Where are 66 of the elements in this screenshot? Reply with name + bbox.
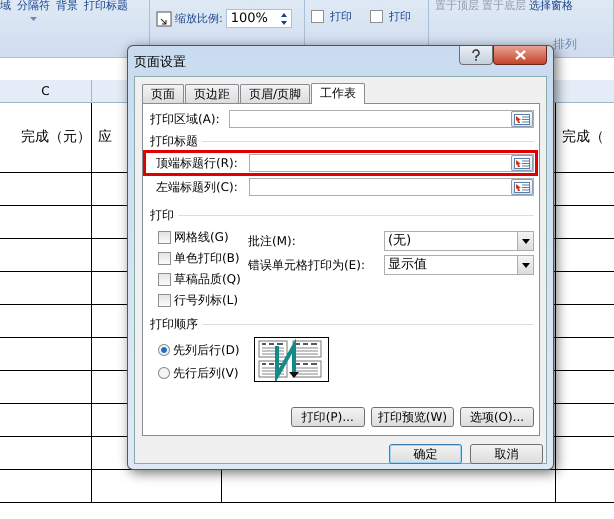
section-heading: 打印 [150,207,174,224]
dialog-button[interactable]: 确定 [389,444,462,464]
range-select-button[interactable] [511,179,533,195]
caret-icon [522,238,530,244]
ribbon-button[interactable]: 背景 [56,0,78,12]
tab[interactable]: 工作表 [311,83,366,104]
field-label: 打印区域(A): [150,111,221,128]
checkbox[interactable] [311,10,324,23]
checkbox[interactable] [370,10,383,23]
text-field[interactable] [249,178,534,196]
field-label: 错误单元格打印为(E): [248,257,365,274]
range-select-button[interactable] [511,155,533,171]
window-title: 页面设置 [134,54,186,72]
section-heading: 打印顺序 [150,316,198,333]
radio-button[interactable] [158,344,170,356]
zoom-scale-icon [156,10,172,26]
help-button[interactable] [459,46,493,65]
caret-icon [522,262,530,268]
group-label: 排列 [553,36,577,53]
range-icon [514,182,530,192]
tab[interactable]: 页面 [142,84,184,103]
range-icon [514,158,530,168]
print-area-field[interactable] [229,110,534,128]
tab[interactable]: 页眉/页脚 [240,84,310,103]
caret-icon [30,17,37,21]
tab[interactable]: 页边距 [185,84,239,103]
dialog-button[interactable]: 选项(O)... [460,407,534,427]
dialog-button[interactable]: 打印(P)... [290,407,365,427]
ribbon-button[interactable]: 打印标题 [84,0,128,12]
field-label: 左端标题列(C): [156,179,239,196]
table-cell-text: 完成（ [562,128,604,147]
ribbon-button[interactable]: 选择窗格 [529,0,573,12]
column-header[interactable]: C [41,82,50,100]
help-icon [471,49,481,61]
section-heading: 打印标题 [150,133,198,150]
ribbon-button[interactable]: 分隔符 [17,0,50,12]
field-label: 批注(M): [248,233,296,250]
table-cell-text: 完成（元） [21,128,91,147]
ribbon-button[interactable]: 域 [0,0,11,12]
scale-spinbox[interactable]: 100% [226,9,292,28]
radio-button[interactable] [158,367,170,379]
checkbox-label: 打印 [389,10,411,22]
checkbox-label: 网格线(G) [174,229,229,246]
spin-arrows-icon [280,10,288,26]
scale-label: 缩放比例: [175,12,223,24]
checkbox[interactable] [158,230,171,244]
close-icon [514,50,526,60]
checkbox[interactable] [158,294,171,306]
radio-label: 先行后列(V) [173,365,239,382]
checkbox-label: 草稿品质(Q) [174,271,241,288]
dropdown[interactable]: (无) [384,231,534,251]
table-cell-text: 应 [98,128,112,147]
checkbox[interactable] [158,252,171,264]
text-field[interactable] [249,154,534,172]
checkbox-label: 单色打印(B) [174,250,240,267]
dialog-button[interactable]: 取消 [470,444,543,464]
checkbox-label: 打印 [330,10,352,22]
checkbox[interactable] [158,272,171,286]
range-select-button[interactable] [511,111,533,127]
dialog-button[interactable]: 打印预览(W) [370,407,454,427]
checkbox-label: 行号列标(L) [174,292,238,309]
range-icon [514,114,530,124]
radio-label: 先列后行(D) [173,342,240,359]
close-button[interactable] [493,46,547,65]
dropdown[interactable]: 显示值 [384,255,534,275]
field-label: 顶端标题行(R): [156,155,239,172]
